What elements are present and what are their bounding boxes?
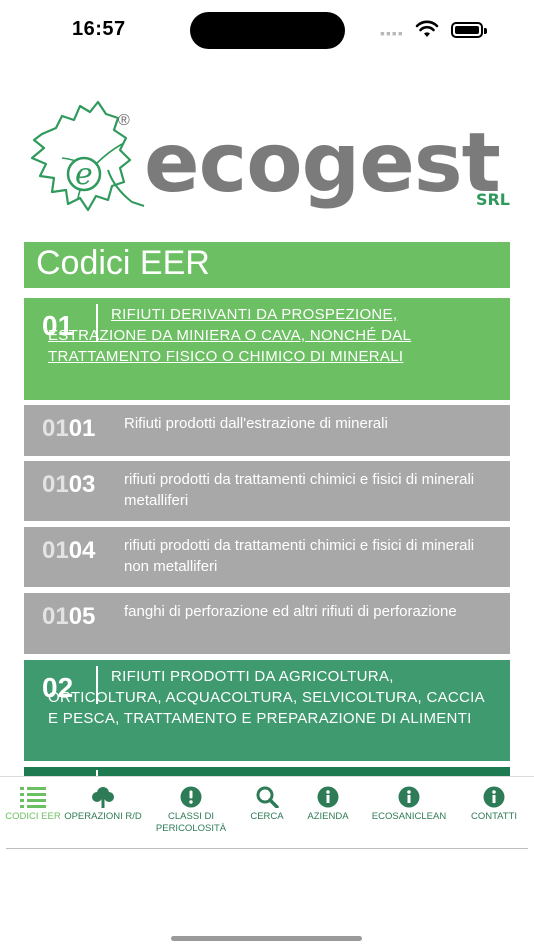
list-item-0104[interactable]: 0104 rifiuti prodotti da trattamenti chi…: [24, 527, 510, 587]
tab-bar-bottom-divider: [6, 848, 528, 849]
exclamation-icon: [180, 786, 202, 808]
cellular-signal-icon: ▪▪▪▪: [380, 25, 404, 41]
brand-logo: e ® ecogest SRL: [22, 98, 514, 223]
item-code: 0105: [42, 603, 96, 630]
item-code: 0103: [42, 471, 96, 498]
page-title-banner: Codici EER: [24, 242, 510, 288]
status-time: 16:57: [72, 18, 126, 40]
item-description: Rifiuti prodotti dall'estrazione di mine…: [124, 415, 388, 432]
home-indicator[interactable]: [171, 936, 362, 941]
list-icon: [20, 787, 46, 808]
tab-contatti[interactable]: CONTATTI: [451, 786, 534, 823]
info-icon: [483, 786, 505, 808]
item-description: rifiuti prodotti da trattamenti chimici …: [124, 537, 475, 575]
item-code: 0104: [42, 537, 96, 564]
battery-icon: [451, 22, 487, 38]
info-icon: [398, 786, 420, 808]
section-title: RIFIUTI PRODOTTI DA AGRICOLTURA, ORTICOL…: [48, 668, 485, 727]
dynamic-island: [190, 12, 345, 49]
item-description: rifiuti prodotti da trattamenti chimici …: [124, 471, 475, 509]
wifi-icon: [415, 20, 439, 37]
tab-label: OPERAZIONI R/D: [64, 811, 142, 822]
svg-text:e: e: [75, 157, 93, 192]
tab-bar-divider: [0, 776, 534, 777]
registered-mark: ®: [118, 112, 130, 129]
list-item-0103[interactable]: 0103 rifiuti prodotti da trattamenti chi…: [24, 461, 510, 521]
status-bar: 16:57 ▪▪▪▪: [0, 0, 534, 60]
info-icon: [317, 786, 339, 808]
tree-icon: [92, 787, 114, 808]
list-item-section-02[interactable]: 02 RIFIUTI PRODOTTI DA AGRICOLTURA, ORTI…: [24, 660, 510, 761]
list-item-section-next[interactable]: [24, 767, 510, 776]
tab-label: CLASSI DI PERICOLOSITÀ: [155, 811, 227, 834]
tab-ecosaniclean[interactable]: ECOSANICLEAN: [366, 786, 452, 823]
item-code: 0101: [42, 415, 96, 442]
list-item-section-01[interactable]: 01 RIFIUTI DERIVANTI DA PROSPEZIONE, EST…: [24, 298, 510, 400]
tab-operazioni-rd[interactable]: OPERAZIONI R/D: [60, 786, 146, 823]
tab-bar: CODICI EER OPERAZIONI R/D CLASSI DI PERI…: [0, 776, 534, 850]
list-item-0105[interactable]: 0105 fanghi di perforazione ed altri rif…: [24, 593, 510, 654]
tab-label: ECOSANICLEAN: [371, 811, 447, 822]
brand-name: ecogest: [144, 116, 501, 211]
search-icon: [256, 786, 279, 808]
tab-label: AZIENDA: [307, 811, 349, 822]
item-description: fanghi di perforazione ed altri rifiuti …: [124, 603, 457, 620]
section-title[interactable]: RIFIUTI DERIVANTI DA PROSPEZIONE, ESTRAZ…: [48, 304, 486, 367]
page-title: Codici EER: [36, 244, 210, 282]
list-item-0101[interactable]: 0101 Rifiuti prodotti dall'estrazione di…: [24, 405, 510, 456]
tab-label: CONTATTI: [470, 811, 518, 822]
tab-azienda[interactable]: AZIENDA: [285, 786, 371, 823]
brand-suffix: SRL: [475, 190, 510, 209]
tab-classi-pericolosita[interactable]: CLASSI DI PERICOLOSITÀ: [148, 786, 234, 835]
